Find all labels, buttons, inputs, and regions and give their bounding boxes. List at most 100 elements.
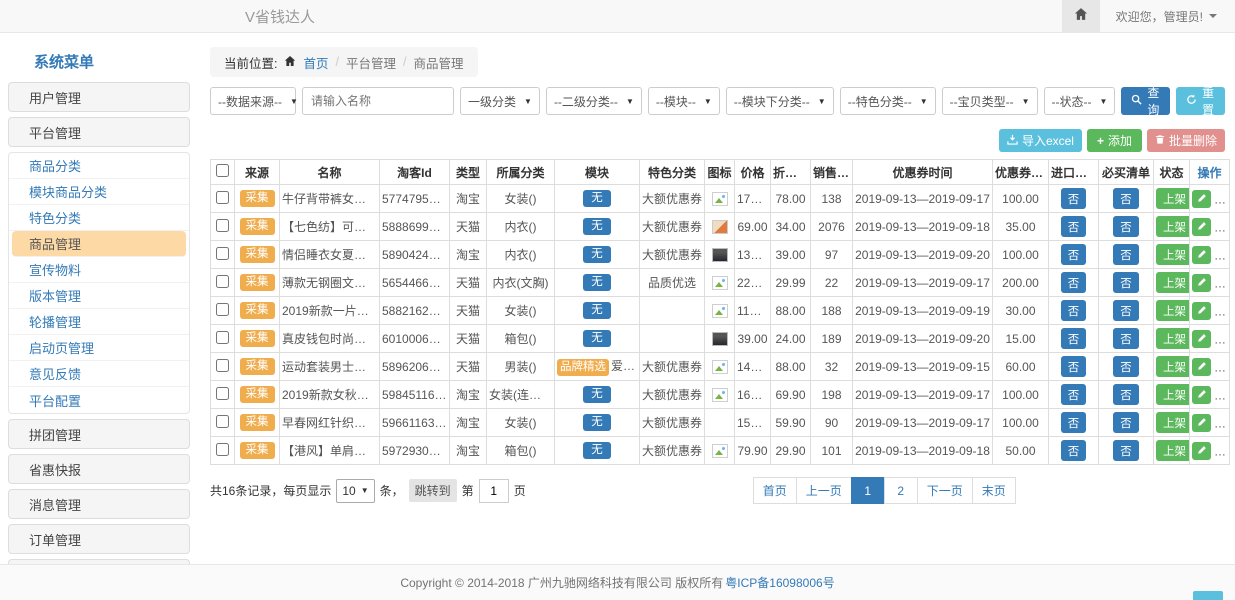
page-button[interactable]: 末页 xyxy=(972,477,1016,504)
status-toggle[interactable]: 上架 xyxy=(1156,412,1190,433)
sidebar-subitem[interactable]: 版本管理 xyxy=(9,283,189,309)
page-button[interactable]: 2 xyxy=(884,477,918,504)
sidebar-subitem[interactable]: 意见反馈 xyxy=(9,361,189,387)
must-buy-toggle[interactable]: 否 xyxy=(1113,216,1139,237)
status-toggle[interactable]: 上架 xyxy=(1156,272,1190,293)
breadcrumb-home-link[interactable]: 首页 xyxy=(303,53,328,72)
home-button[interactable] xyxy=(1062,0,1100,32)
import-opt-toggle[interactable]: 否 xyxy=(1061,328,1087,349)
must-buy-toggle[interactable]: 否 xyxy=(1113,244,1139,265)
reset-button[interactable]: 重置 xyxy=(1176,87,1225,115)
must-buy-toggle[interactable]: 否 xyxy=(1113,356,1139,377)
must-buy-toggle[interactable]: 否 xyxy=(1113,272,1139,293)
filter-select[interactable]: --特色分类--▼ xyxy=(840,87,936,115)
edit-button[interactable] xyxy=(1192,442,1211,460)
sidebar-subitem[interactable]: 特色分类 xyxy=(9,205,189,231)
per-page-select[interactable]: 10 ▼ xyxy=(336,479,374,503)
back-to-top-button[interactable] xyxy=(1193,591,1223,600)
page-button[interactable]: 上一页 xyxy=(796,477,852,504)
page-number-input[interactable] xyxy=(479,479,509,503)
row-checkbox[interactable] xyxy=(216,191,229,204)
query-button[interactable]: 查询 xyxy=(1121,87,1170,115)
product-type: 天猫 xyxy=(450,297,487,325)
sidebar-subitem[interactable]: 宣传物料 xyxy=(9,257,189,283)
row-checkbox[interactable] xyxy=(216,443,229,456)
page-button[interactable]: 1 xyxy=(851,477,885,504)
user-menu[interactable]: 欢迎您，管理员! xyxy=(1100,8,1235,25)
sidebar-subitem[interactable]: 启动页管理 xyxy=(9,335,189,361)
data-source-select[interactable]: --数据来源--▼ xyxy=(210,87,296,115)
name-search-input[interactable] xyxy=(302,87,454,115)
row-checkbox[interactable] xyxy=(216,247,229,260)
must-buy-toggle[interactable]: 否 xyxy=(1113,384,1139,405)
edit-button[interactable] xyxy=(1192,218,1211,236)
status-toggle[interactable]: 上架 xyxy=(1156,440,1190,461)
filter-select[interactable]: 一级分类▼ xyxy=(460,87,540,115)
batch-delete-button[interactable]: 批量删除 xyxy=(1147,129,1225,152)
row-checkbox[interactable] xyxy=(216,219,229,232)
import-opt-toggle[interactable]: 否 xyxy=(1061,188,1087,209)
row-checkbox[interactable] xyxy=(216,331,229,344)
sidebar-item-platform-management[interactable]: 平台管理 xyxy=(8,117,190,147)
page-button[interactable]: 下一页 xyxy=(917,477,973,504)
status-toggle[interactable]: 上架 xyxy=(1156,328,1190,349)
sidebar-subitem[interactable]: 商品分类 xyxy=(9,153,189,179)
import-opt-toggle[interactable]: 否 xyxy=(1061,384,1087,405)
import-opt-toggle[interactable]: 否 xyxy=(1061,300,1087,321)
sidebar-item-user-management[interactable]: 用户管理 xyxy=(8,82,190,112)
status-toggle[interactable]: 上架 xyxy=(1156,188,1190,209)
sidebar-subitem[interactable]: 商品管理 xyxy=(12,231,186,257)
import-excel-button[interactable]: 导入excel xyxy=(999,129,1082,152)
filter-select[interactable]: --二级分类--▼ xyxy=(546,87,642,115)
page-button[interactable]: 首页 xyxy=(753,477,797,504)
add-button[interactable]: + 添加 xyxy=(1087,129,1142,152)
sidebar-subitem[interactable]: 轮播管理 xyxy=(9,309,189,335)
import-opt-toggle[interactable]: 否 xyxy=(1061,244,1087,265)
filter-select[interactable]: --模块下分类--▼ xyxy=(726,87,834,115)
select-all-checkbox[interactable] xyxy=(216,164,229,177)
filter-select[interactable]: --状态--▼ xyxy=(1044,87,1116,115)
sidebar-subitem[interactable]: 平台配置 xyxy=(9,387,189,413)
table-row: 采集 牛仔背带裤女秋装减龄... 577479560965 淘宝 女装() 无 … xyxy=(211,185,1230,213)
must-buy-toggle[interactable]: 否 xyxy=(1113,440,1139,461)
import-opt-toggle[interactable]: 否 xyxy=(1061,412,1087,433)
status-toggle[interactable]: 上架 xyxy=(1156,216,1190,237)
edit-button[interactable] xyxy=(1192,330,1211,348)
status-toggle[interactable]: 上架 xyxy=(1156,244,1190,265)
row-checkbox[interactable] xyxy=(216,359,229,372)
source-badge: 采集 xyxy=(240,358,275,375)
edit-button[interactable] xyxy=(1192,246,1211,264)
must-buy-toggle[interactable]: 否 xyxy=(1113,412,1139,433)
edit-button[interactable] xyxy=(1192,190,1211,208)
sales-count: 2076 xyxy=(811,213,853,241)
import-opt-toggle[interactable]: 否 xyxy=(1061,440,1087,461)
import-opt-toggle[interactable]: 否 xyxy=(1061,356,1087,377)
must-buy-toggle[interactable]: 否 xyxy=(1113,328,1139,349)
edit-button[interactable] xyxy=(1192,358,1211,376)
edit-button[interactable] xyxy=(1192,274,1211,292)
filter-select[interactable]: --模块--▼ xyxy=(648,87,720,115)
status-toggle[interactable]: 上架 xyxy=(1156,300,1190,321)
jump-to-button[interactable]: 跳转到 xyxy=(409,479,457,502)
edit-button[interactable] xyxy=(1192,302,1211,320)
import-opt-toggle[interactable]: 否 xyxy=(1061,216,1087,237)
edit-button[interactable] xyxy=(1192,386,1211,404)
filter-select[interactable]: --宝贝类型--▼ xyxy=(942,87,1038,115)
edit-button[interactable] xyxy=(1192,414,1211,432)
sidebar-item[interactable]: 拼团管理 xyxy=(8,419,190,449)
product-type: 淘宝 xyxy=(450,381,487,409)
sidebar-item[interactable]: 消息管理 xyxy=(8,489,190,519)
must-buy-toggle[interactable]: 否 xyxy=(1113,188,1139,209)
row-checkbox[interactable] xyxy=(216,275,229,288)
row-checkbox[interactable] xyxy=(216,415,229,428)
sidebar-item[interactable]: 订单管理 xyxy=(8,524,190,554)
status-toggle[interactable]: 上架 xyxy=(1156,356,1190,377)
must-buy-toggle[interactable]: 否 xyxy=(1113,300,1139,321)
icp-link[interactable]: 粤ICP备16098006号 xyxy=(725,574,834,591)
sidebar-item[interactable]: 省惠快报 xyxy=(8,454,190,484)
sidebar-subitem[interactable]: 模块商品分类 xyxy=(9,179,189,205)
status-toggle[interactable]: 上架 xyxy=(1156,384,1190,405)
row-checkbox[interactable] xyxy=(216,387,229,400)
import-opt-toggle[interactable]: 否 xyxy=(1061,272,1087,293)
row-checkbox[interactable] xyxy=(216,303,229,316)
